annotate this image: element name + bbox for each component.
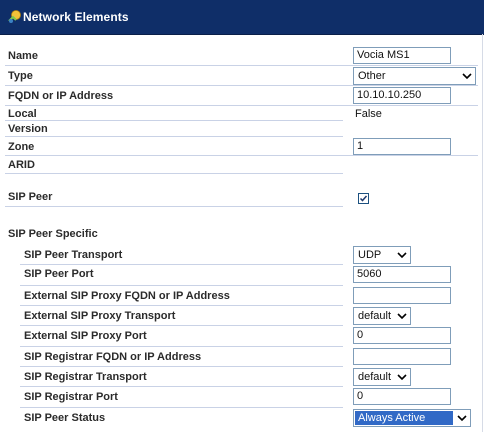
version-label: Version — [8, 123, 48, 135]
local-label: Local — [8, 108, 37, 120]
arid-label: ARID — [8, 159, 35, 171]
type-label: Type — [8, 70, 33, 82]
checkmark-icon — [359, 195, 368, 202]
separator — [20, 305, 343, 306]
registrar-fqdn-input[interactable] — [353, 348, 451, 365]
chevron-down-icon — [462, 73, 472, 80]
registrar-fqdn-label: SIP Registrar FQDN or IP Address — [24, 351, 202, 363]
ext-proxy-fqdn-label: External SIP Proxy FQDN or IP Address — [24, 290, 230, 302]
registrar-transport-label: SIP Registrar Transport — [24, 371, 147, 383]
separator — [20, 264, 343, 265]
ext-proxy-transport-select[interactable]: default — [353, 307, 411, 325]
sip-peer-transport-select[interactable]: UDP — [353, 246, 411, 264]
registrar-transport-value: default — [358, 371, 392, 383]
separator — [5, 173, 343, 174]
sip-peer-port-label: SIP Peer Port — [24, 268, 94, 280]
ext-proxy-transport-label: External SIP Proxy Transport — [24, 310, 176, 322]
sip-peer-status-select[interactable]: Always Active — [353, 409, 471, 427]
type-select[interactable]: Other — [353, 67, 476, 85]
registrar-transport-select[interactable]: default — [353, 368, 411, 386]
sip-peer-port-input[interactable]: 5060 — [353, 266, 451, 283]
separator — [5, 155, 478, 156]
sip-peer-transport-label: SIP Peer Transport — [24, 249, 123, 261]
ext-proxy-port-label: External SIP Proxy Port — [24, 330, 147, 342]
name-label: Name — [8, 50, 38, 62]
window-title: Network Elements — [23, 10, 129, 24]
window-header: Network Elements — [0, 0, 484, 35]
separator — [5, 105, 478, 106]
separator — [20, 285, 343, 286]
separator — [5, 206, 343, 207]
ext-proxy-port-input[interactable]: 0 — [353, 327, 451, 344]
separator — [20, 346, 343, 347]
network-elements-page: Network Elements Name Vocia MS1 Type Oth… — [0, 0, 484, 432]
type-select-value: Other — [358, 70, 386, 82]
sip-peer-status-value: Always Active — [358, 412, 426, 424]
separator — [5, 65, 478, 66]
separator — [20, 325, 343, 326]
separator — [5, 120, 343, 121]
zone-input[interactable]: 1 — [353, 138, 451, 155]
sip-peer-status-label: SIP Peer Status — [24, 412, 106, 424]
fqdn-label: FQDN or IP Address — [8, 90, 114, 102]
chevron-down-icon — [397, 313, 407, 320]
local-value: False — [355, 108, 382, 120]
zone-label: Zone — [8, 141, 35, 153]
sip-peer-transport-value: UDP — [358, 249, 382, 261]
registrar-port-label: SIP Registrar Port — [24, 391, 118, 403]
network-elements-icon — [7, 9, 23, 25]
chevron-down-icon — [397, 252, 407, 259]
sip-peer-specific-heading: SIP Peer Specific — [8, 228, 98, 240]
separator — [20, 366, 343, 367]
panel-right-border — [482, 34, 483, 432]
separator — [5, 85, 478, 86]
chevron-down-icon — [457, 415, 467, 422]
ext-proxy-fqdn-input[interactable] — [353, 287, 451, 304]
sip-peer-label: SIP Peer — [8, 191, 53, 203]
separator — [5, 136, 343, 137]
chevron-down-icon — [397, 374, 407, 381]
sip-peer-checkbox[interactable] — [358, 193, 369, 204]
separator — [20, 407, 343, 408]
fqdn-input[interactable]: 10.10.10.250 — [353, 87, 451, 104]
registrar-port-input[interactable]: 0 — [353, 388, 451, 405]
separator — [20, 386, 343, 387]
ext-proxy-transport-value: default — [358, 310, 392, 322]
name-input[interactable]: Vocia MS1 — [353, 47, 451, 64]
